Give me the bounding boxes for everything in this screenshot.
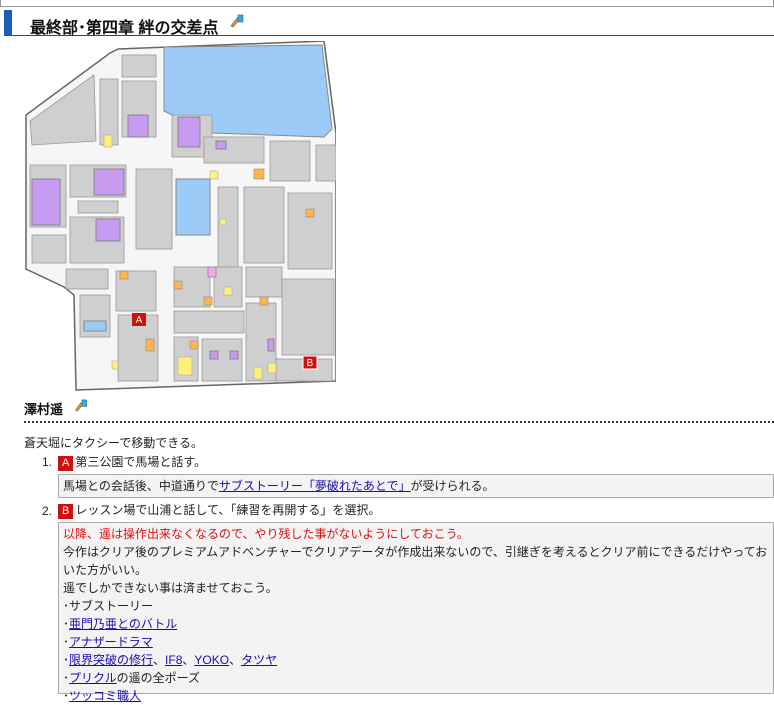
if8-link[interactable]: IF8	[165, 653, 182, 667]
marker-b-label: B	[307, 358, 314, 369]
map-marker-b: B	[302, 355, 318, 370]
note-text: 馬場との会話後、中道通りで	[63, 479, 219, 493]
map-marker-a: A	[132, 313, 146, 326]
top-border	[0, 0, 774, 7]
purikuru-link[interactable]: プリクル	[69, 671, 117, 685]
step-1-note: 馬場との会話後、中道通りでサブストーリー「夢破れたあとで」が受けられる。	[58, 474, 774, 498]
edit-pencil-icon[interactable]	[73, 399, 89, 415]
edit-pencil-icon[interactable]	[229, 14, 245, 33]
list-item: ･プリクルの遥の全ポーズ	[63, 669, 769, 687]
step-number: 1.	[41, 455, 52, 469]
list-item: ･亜門乃亜とのバトル	[63, 615, 769, 633]
list-item: ･アナザードラマ	[63, 633, 769, 651]
training-link[interactable]: 限界突破の修行	[69, 653, 153, 667]
chapter-heading: 最終部･第四章 絆の交差点	[4, 10, 774, 37]
another-drama-link[interactable]: アナザードラマ	[69, 635, 153, 649]
list-item: ･サブストーリー	[63, 599, 154, 613]
marker-tag-a: A	[58, 456, 74, 471]
note-line: 遥でしかできない事は済ませておこう。	[63, 581, 278, 595]
step-2-note: 以降、遥は操作出来なくなるので、やり残した事がないようにしておこう。 今作はクリ…	[58, 522, 774, 703]
separator: 、	[153, 653, 166, 667]
amon-battle-link[interactable]: 亜門乃亜とのバトル	[69, 617, 177, 631]
warning-text: 以降、遥は操作出来なくなるので、やり残した事がないようにしておこう。	[63, 527, 469, 541]
list-item-text: の遥の全ポーズ	[116, 671, 201, 685]
section-heading: 澤村遥	[24, 399, 89, 418]
note-text: が受けられる。	[410, 479, 495, 493]
yoko-link[interactable]: YOKO	[194, 653, 229, 667]
list-item: ･限界突破の修行、IF8、YOKO、タツヤ	[63, 651, 769, 669]
step-number: 2.	[41, 504, 52, 518]
step-text: レッスン場で山浦と話して、「練習を再開する」を選択。	[75, 503, 381, 517]
step-1: A 第三公園で馬場と話す。	[58, 453, 206, 471]
substory-link[interactable]: サブストーリー「夢破れたあとで」	[219, 479, 411, 493]
marker-tag-b: B	[58, 504, 74, 519]
note-line: 今作はクリア後のプレミアムアドベンチャーでクリアデータが作成出来ないので、引継ぎ…	[63, 545, 768, 577]
separator: 、	[229, 653, 242, 667]
section-title: 澤村遥	[24, 402, 64, 417]
tatsuya-link[interactable]: タツヤ	[241, 653, 277, 667]
step-text: 第三公園で馬場と話す。	[75, 455, 207, 469]
separator: 、	[182, 653, 195, 667]
step-2: B レッスン場で山浦と話して、「練習を再開する」を選択。	[58, 501, 380, 519]
area-map: A B	[24, 40, 337, 392]
marker-a-label: A	[136, 315, 143, 326]
dotted-divider	[24, 421, 774, 423]
page-title: 最終部･第四章 絆の交差点	[30, 20, 219, 37]
intro-text: 蒼天堀にタクシーで移動できる。	[24, 436, 204, 450]
list-item: ･ツッコミ職人	[63, 687, 769, 705]
